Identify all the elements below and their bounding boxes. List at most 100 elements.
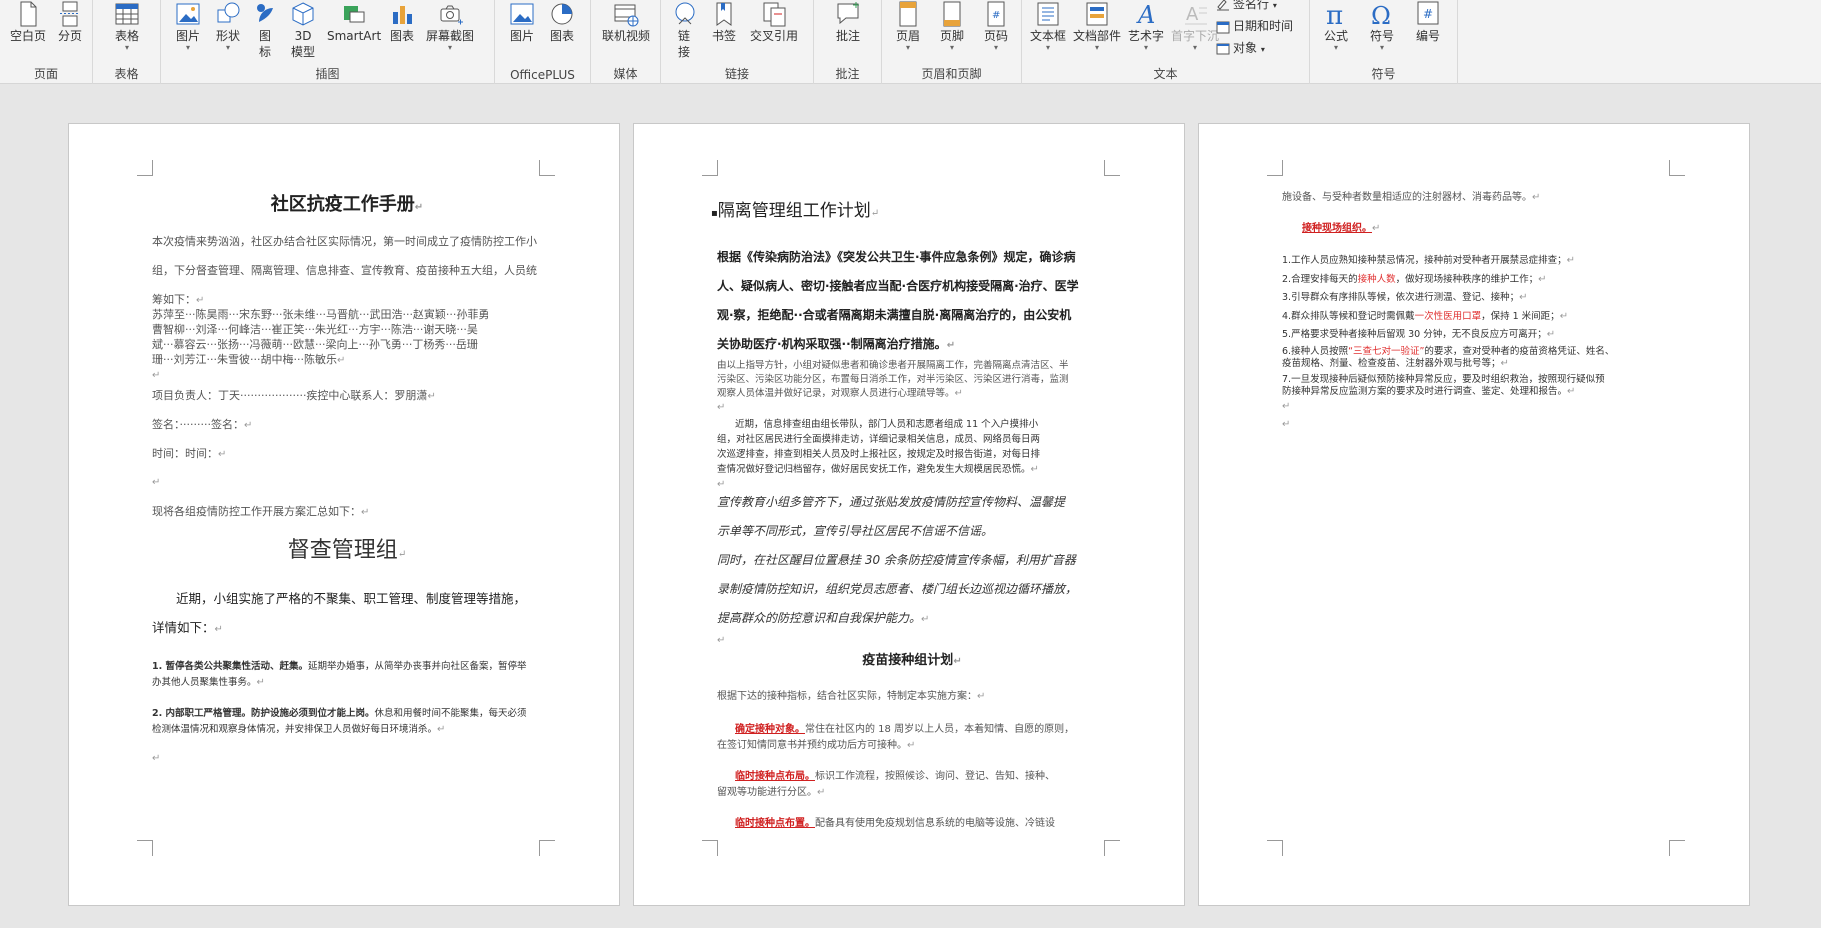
3d-models-button[interactable]: 3D 模型 [285,0,321,60]
blank-page-button[interactable]: 空白页 [8,0,48,44]
officeplus-group: 图片 图表 OfficePLUS [495,0,591,84]
text-box-button[interactable]: 文本框 ▾ [1026,0,1070,52]
measure-item-1: 1. 暂停各类公共聚集性活动、赶集。延期举办婚事，从简举办丧事并向社区备案，暂停… [152,661,527,688]
page-number-button[interactable]: # 页码 ▾ [976,0,1016,52]
chevron-down-icon: ▾ [1143,43,1148,52]
blank-page-icon [20,1,37,27]
time-line: 时间：时间：↵ [152,447,227,460]
chart-button[interactable]: 图表 [387,0,417,44]
chevron-down-icon: ▾ [124,43,129,52]
icons-button[interactable]: 图标 [251,0,279,60]
footer-icon [943,1,961,27]
svg-text:A: A [1136,1,1155,28]
wordart-button[interactable]: A 艺术字 ▾ [1124,0,1168,52]
number-button[interactable]: # 编号 [1408,0,1448,44]
chevron-down-icon: ▾ [949,43,954,52]
header-button[interactable]: 页眉 ▾ [888,0,928,52]
intro-paragraph: 本次疫情来势汹汹，社区办结合社区实际情况，第一时间成立了疫情防控工作小 组，下分… [152,235,537,306]
picture-icon [176,3,200,25]
info-check-paragraph: 近期，信息排查组由组长带队，部门人员和志愿者组成 11 个入户摸排小 组，对社区… [717,419,1041,490]
symbol-button[interactable]: Ω 符号 ▾ [1362,0,1402,52]
page-3[interactable]: 施设备、与受种者数量相适应的注射器材、消毒药品等。↵ 接种现场组织。↵ 1.工作… [1198,123,1750,906]
chevron-down-icon: ▾ [1379,43,1384,52]
link-button[interactable]: 链接 [671,0,697,60]
quick-parts-icon [1086,2,1108,26]
header-footer-group: 页眉 ▾ 页脚 ▾ # 页码 ▾ 页眉和页脚 [882,0,1022,84]
crop-mark [1104,160,1120,176]
comment-button[interactable]: 批注 [828,0,868,44]
continued-line: 施设备、与受种者数量相适应的注射器材、消毒药品等。↵ [1282,192,1541,203]
rule-5: 5.严格要求受种者接种后留观 30 分钟，无不良反应方可离开；↵ [1282,329,1556,340]
crop-mark [1669,160,1685,176]
svg-text:π: π [1326,1,1343,28]
illustrations-group: 图片 ▾ 形状 ▾ 图标 3D 模型 SmartArt 图表 屏幕截图 ▾ 插图 [161,0,495,84]
crop-mark [702,840,718,856]
quick-parts-button[interactable]: 文档部件 ▾ [1072,0,1122,52]
officeplus-pictures-button[interactable]: 图片 [505,0,539,44]
date-time-button[interactable]: 日期和时间 [1216,16,1293,36]
screenshot-button[interactable]: 屏幕截图 ▾ [423,0,477,52]
officeplus-charts-button[interactable]: 图表 [545,0,579,44]
chevron-down-icon: ▾ [1192,43,1197,52]
drop-cap-button[interactable]: A 首字下沉 ▾ [1170,0,1220,52]
signature-line: 签名：·········签名：↵ [152,418,253,431]
document-title: 社区抗疫工作手册↵ [270,194,424,215]
crop-mark [539,160,555,176]
shapes-button[interactable]: 形状 ▾ [211,0,245,52]
illustrations-group-label: 插图 [315,67,340,81]
chevron-down-icon: ▾ [185,43,190,52]
cube-icon [292,2,314,26]
bookmark-button[interactable]: 书签 [709,0,739,44]
table-button[interactable]: 表格 ▾ [107,0,147,52]
signature-line-button[interactable]: 签名行 ▾ [1216,0,1277,14]
comment-icon [837,2,859,25]
comments-group-label: 批注 [835,67,860,81]
chevron-down-icon: ▾ [993,43,998,52]
crop-mark [137,840,153,856]
vaccine-item-3: 临时接种点布置。配备具有使用免疫规划信息系统的电脑等设施、冷链设 [735,818,1055,829]
rule-2: 2.合理安排每天的接种人数，做好现场接种秩序的维护工作；↵ [1282,273,1547,285]
page-2[interactable]: ▪隔离管理组工作计划↵ 根据《传染病防治法》《突发公共卫生·事件应急条例》规定，… [633,123,1185,906]
cross-reference-button[interactable]: 交叉引用 [747,0,801,44]
online-video-button[interactable]: 联机视频 [599,0,653,44]
pi-icon: π [1326,1,1343,28]
footer-button[interactable]: 页脚 ▾ [932,0,972,52]
vaccine-item-1: 确定接种对象。常住在社区内的 18 周岁以上人员，本着知情、自愿的原则， 在签订… [717,724,1075,751]
page-group: 空白页 分页 页面 [0,0,93,84]
crop-mark [1104,840,1120,856]
onsite-rules-list: 1.工作人员应熟知接种禁忌情况，接种前对受种者开展禁忌症排查；↵ 2.合理安排每… [1282,252,1677,345]
text-group-label: 文本 [1153,67,1178,81]
link-icon [675,2,695,25]
page-group-label: 页面 [33,67,58,81]
smartart-button[interactable]: SmartArt [327,0,381,44]
object-button[interactable]: 对象 ▾ [1216,38,1265,58]
staff-list: 苏萍至···陈昊雨···宋东野···张未维···马晋航···武田浩···赵寅颖·… [152,308,490,381]
crop-mark [539,840,555,856]
video-icon [614,4,639,27]
rule-1: 1.工作人员应熟知接种禁忌情况，接种前对受种者开展禁忌症排查；↵ [1282,255,1575,266]
icons-icon [257,4,273,22]
media-group-label: 媒体 [613,67,638,81]
chevron-down-icon: ▾ [1260,45,1265,54]
links-group-label: 链接 [724,67,749,81]
measure-item-2: 2. 内部职工严格管理。防护设施必须到位才能上岗。休息和用餐时间不能聚集，每天必… [152,708,527,735]
crop-mark [1669,840,1685,856]
paragraph-mark: ↵ [152,753,161,764]
paragraph-mark: ↵ [152,477,161,488]
vaccine-item-2: 临时接种点布局。标识工作流程，按照候诊、询问、登记、告知、接种、 留观等功能进行… [717,771,1055,798]
equation-button[interactable]: π 公式 ▾ [1316,0,1356,52]
vaccine-plan-heading: 疫苗接种组计划↵ [862,653,962,668]
signature-line-icon [1217,0,1229,10]
number-icon: # [1417,1,1439,25]
table-group-label: 表格 [114,67,139,81]
rule-4: 4.群众排队等候和登记时需佩戴一次性医用口罩，保持 1 米间距；↵ [1282,310,1569,322]
page-1[interactable]: 社区抗疫工作手册↵ 本次疫情来势汹汹，社区办结合社区实际情况，第一时间成立了疫情… [68,123,620,906]
rule-6: 6.接种人员按照“三查七对一验证”的要求，查对受种者的疫苗资格凭证、姓名、 疫苗… [1282,346,1615,369]
symbols-group-label: 符号 [1371,67,1396,81]
cross-reference-icon [763,2,786,27]
chevron-down-icon: ▾ [1272,1,1277,10]
page-break-button[interactable]: 分页 [52,0,88,44]
pie-chart-icon [551,3,573,25]
pictures-button[interactable]: 图片 ▾ [171,0,205,52]
bookmark-icon [716,2,732,26]
